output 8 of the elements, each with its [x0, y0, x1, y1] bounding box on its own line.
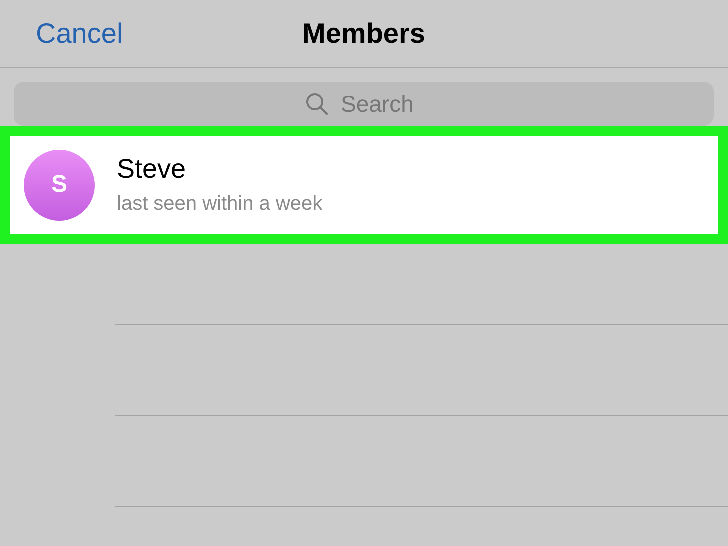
cancel-button[interactable]: Cancel [36, 18, 124, 50]
avatar: S [24, 150, 95, 220]
member-row[interactable]: S Steve last seen within a week [0, 126, 728, 244]
search-icon [305, 92, 329, 116]
screen-title: Members [302, 18, 426, 50]
search-field[interactable]: Search [339, 90, 423, 118]
member-status: last seen within a week [117, 193, 323, 216]
member-name: Steve [117, 154, 188, 185]
